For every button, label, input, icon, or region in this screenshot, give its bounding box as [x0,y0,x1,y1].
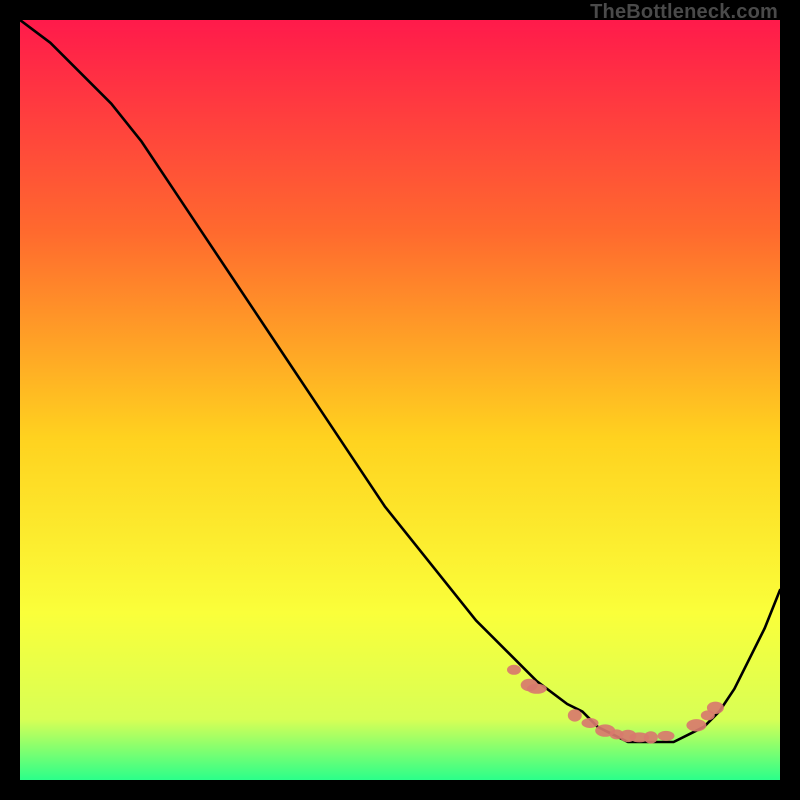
chart-frame [20,20,780,780]
bottleneck-curve [20,20,780,742]
scatter-point [527,684,547,694]
scatter-point [507,665,521,675]
scatter-point [707,702,724,714]
scatter-point [644,731,658,743]
attribution-text: TheBottleneck.com [590,1,778,24]
curve-layer [20,20,780,780]
scatter-point [582,718,599,728]
scatter-point [658,731,675,741]
scatter-point [568,709,582,721]
scatter-point [686,719,706,731]
